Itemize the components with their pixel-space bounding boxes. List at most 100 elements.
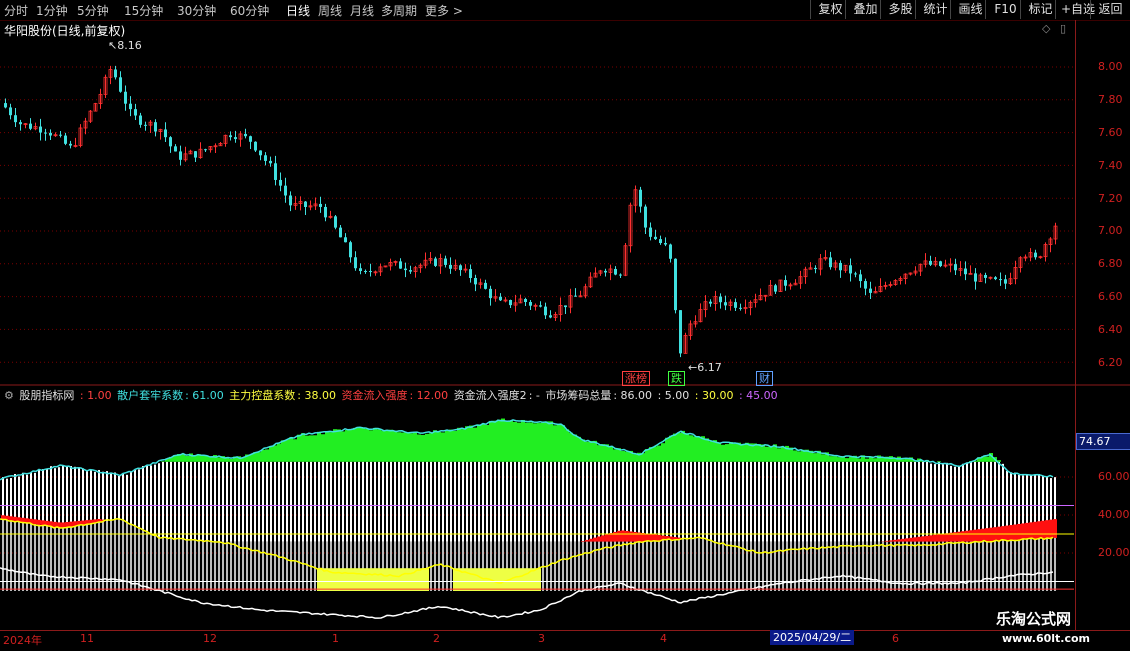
indicator-bar bbox=[1026, 539, 1028, 591]
indicator-bar bbox=[270, 462, 272, 542]
indicator-bar bbox=[589, 441, 593, 462]
indicator-bar bbox=[485, 425, 489, 462]
indicator-bar bbox=[962, 542, 964, 591]
indicator-bar bbox=[409, 568, 413, 591]
indicator-bar bbox=[74, 467, 76, 526]
indicator-bar bbox=[589, 539, 593, 542]
indicator-bar bbox=[346, 462, 348, 542]
indicator-bar bbox=[114, 520, 116, 591]
indicator-bar bbox=[473, 428, 477, 462]
indicator-bar bbox=[537, 568, 541, 591]
indicator-bar bbox=[497, 568, 501, 591]
indicator-bar bbox=[990, 541, 992, 591]
indicator-bar bbox=[826, 542, 828, 591]
indicator-bar bbox=[730, 542, 732, 591]
indicator-bar bbox=[734, 542, 736, 591]
indicator-bar bbox=[714, 541, 716, 591]
indicator-bar bbox=[582, 462, 584, 542]
candle-body bbox=[354, 257, 357, 268]
indicator-bar bbox=[457, 428, 461, 462]
indicator-bar bbox=[178, 539, 180, 591]
indicator-bar bbox=[14, 521, 16, 591]
candle-body bbox=[549, 315, 552, 317]
fall-badge[interactable]: 跌 bbox=[668, 371, 685, 386]
indicator-bar bbox=[590, 542, 592, 591]
indicator-bar bbox=[698, 538, 700, 591]
indicator-bar bbox=[874, 542, 876, 591]
candle-body bbox=[304, 202, 307, 207]
indicator-bar bbox=[570, 542, 572, 591]
inflow-value: : 12.00 bbox=[409, 389, 448, 402]
indicator-bar bbox=[766, 542, 768, 591]
indicator-bar bbox=[925, 536, 929, 542]
indicator-bar bbox=[405, 432, 409, 461]
candle-body bbox=[929, 261, 932, 265]
indicator-bar bbox=[262, 542, 264, 591]
indicator-bar bbox=[358, 462, 360, 542]
indicator-bar bbox=[730, 462, 732, 542]
gear-icon[interactable]: ⚙ bbox=[4, 389, 14, 402]
indicator-bar bbox=[614, 462, 616, 542]
indicator-bar bbox=[586, 462, 588, 542]
inflow-label: 资金流入强度 bbox=[341, 389, 407, 402]
candle-body bbox=[64, 136, 67, 144]
indicator-bar bbox=[906, 462, 908, 542]
indicator-bar bbox=[930, 464, 932, 542]
indicator-bar bbox=[673, 434, 677, 462]
candle-body bbox=[14, 115, 17, 122]
indicator-tick: 40.00 bbox=[1098, 508, 1130, 521]
candle-body bbox=[344, 237, 347, 242]
indicator-bar bbox=[549, 421, 553, 461]
indicator-bar bbox=[477, 424, 481, 461]
rise-rank-badge[interactable]: 涨榜 bbox=[622, 371, 650, 386]
finance-badge[interactable]: 财 bbox=[756, 371, 773, 386]
indicator-bar bbox=[638, 462, 640, 542]
indicator-bar bbox=[210, 462, 212, 541]
candle-body bbox=[709, 302, 712, 304]
indicator-bar bbox=[421, 568, 425, 591]
candle-body bbox=[204, 149, 207, 150]
indicator-bar bbox=[666, 462, 668, 540]
indicator-bar bbox=[633, 454, 637, 462]
indicator-bar bbox=[573, 435, 577, 462]
indicator-bar bbox=[965, 531, 969, 542]
kline-chart[interactable] bbox=[0, 0, 1130, 650]
indicator-bar bbox=[750, 462, 752, 542]
indicator-bar bbox=[762, 462, 764, 542]
indicator-name[interactable]: 股朋指标网 bbox=[19, 389, 74, 402]
indicator-bar bbox=[690, 462, 692, 539]
indicator-bar bbox=[401, 433, 405, 462]
indicator-bar bbox=[726, 542, 728, 591]
indicator-bar bbox=[657, 446, 661, 462]
indicator-bar bbox=[250, 462, 252, 542]
indicator-bar bbox=[642, 541, 644, 591]
indicator-bar bbox=[345, 568, 349, 591]
indicator-bar bbox=[390, 462, 392, 542]
indicator-bar bbox=[430, 462, 432, 542]
candle-body bbox=[484, 283, 487, 289]
indicator-bar bbox=[613, 532, 617, 542]
candle-body bbox=[619, 275, 622, 276]
indicator-bar bbox=[846, 462, 848, 542]
indicator-bar bbox=[846, 542, 848, 591]
indicator-bar bbox=[909, 538, 913, 542]
indicator-bar bbox=[214, 541, 216, 591]
indicator-bar bbox=[461, 429, 465, 462]
indicator-bar bbox=[353, 428, 357, 462]
indicator-bar bbox=[493, 568, 497, 591]
indicator-bar bbox=[866, 542, 868, 591]
indicator-bar bbox=[102, 522, 104, 591]
indicator-bar bbox=[581, 439, 585, 461]
indicator-bar bbox=[409, 433, 413, 462]
indicator-bar bbox=[493, 421, 497, 462]
indicator-bar bbox=[230, 462, 232, 542]
indicator-bar bbox=[369, 568, 373, 591]
indicator-bar bbox=[586, 542, 588, 591]
indicator-bar bbox=[521, 568, 525, 591]
indicator-bar bbox=[942, 464, 944, 541]
indicator-bar bbox=[481, 568, 485, 591]
candle-body bbox=[604, 271, 607, 273]
indicator-bar bbox=[470, 462, 472, 542]
candle-body bbox=[499, 297, 502, 301]
indicator-bar bbox=[118, 476, 120, 519]
